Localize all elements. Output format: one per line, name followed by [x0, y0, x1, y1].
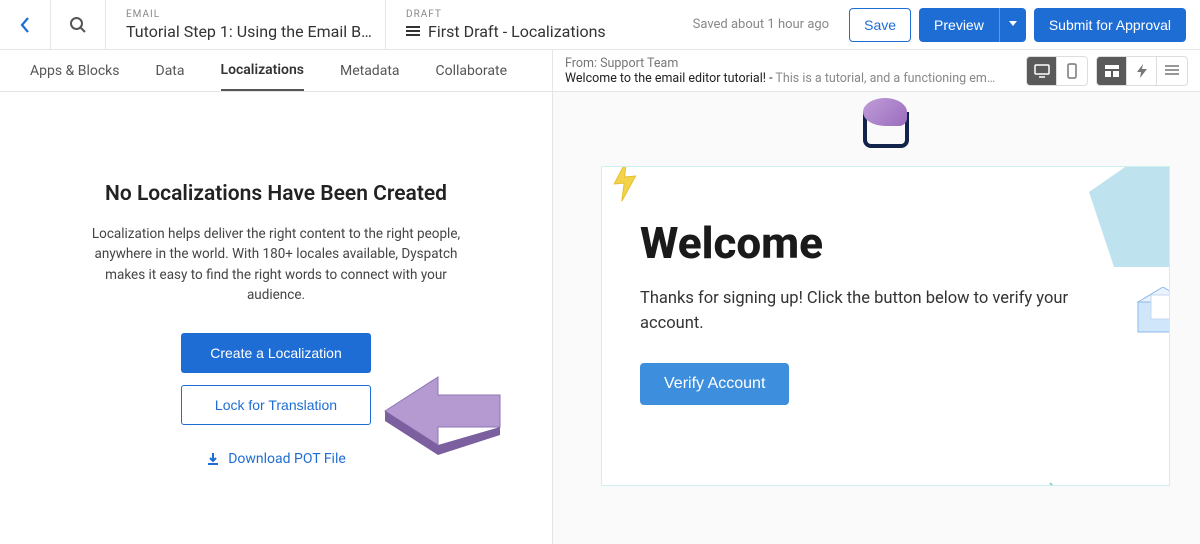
tab-data[interactable]: Data	[156, 52, 185, 90]
lightning-icon	[608, 166, 641, 202]
header-spacer	[601, 0, 693, 49]
email-preview-area: Welcome Thanks for signing up! Click the…	[553, 92, 1200, 544]
preview-button[interactable]: Preview	[919, 8, 999, 42]
list-icon	[406, 26, 420, 36]
preview-meta: From: Support Team Welcome to the email …	[565, 56, 1016, 86]
header-actions: Saved about 1 hour ago Save Preview Subm…	[693, 0, 1200, 49]
preview-subject: Welcome to the email editor tutorial! - …	[565, 71, 1016, 86]
envelope-logo-icon	[863, 112, 909, 148]
mobile-view-button[interactable]	[1057, 57, 1087, 85]
left-panel: Apps & Blocks Data Localizations Metadat…	[0, 50, 552, 544]
search-button[interactable]	[51, 0, 106, 49]
breadcrumb-email[interactable]: EMAIL Tutorial Step 1: Using the Email B…	[106, 0, 386, 49]
preview-from: From: Support Team	[565, 56, 1016, 71]
empty-title: No Localizations Have Been Created	[105, 182, 447, 206]
breadcrumb-label: DRAFT	[406, 9, 442, 20]
tutorial-arrow-icon	[380, 367, 510, 471]
breadcrumb-label: EMAIL	[126, 9, 160, 20]
dotted-path-icon	[1045, 473, 1155, 486]
tab-apps-blocks[interactable]: Apps & Blocks	[30, 52, 120, 90]
layout-toggle	[1096, 56, 1188, 86]
bolt-view-button[interactable]	[1127, 57, 1157, 85]
saved-status: Saved about 1 hour ago	[693, 17, 829, 32]
create-localization-button[interactable]: Create a Localization	[181, 333, 371, 373]
pentagon-decoration-icon	[1079, 166, 1170, 287]
app-header: EMAIL Tutorial Step 1: Using the Email B…	[0, 0, 1200, 50]
desktop-view-button[interactable]	[1027, 57, 1057, 85]
back-button[interactable]	[0, 0, 51, 49]
save-button[interactable]: Save	[849, 8, 911, 42]
email-logo	[601, 112, 1170, 148]
preview-button-group: Preview	[919, 8, 1026, 42]
empty-state: No Localizations Have Been Created Local…	[0, 92, 552, 544]
download-icon	[206, 452, 220, 466]
email-body-text: Thanks for signing up! Click the button …	[640, 287, 1131, 337]
tab-collaborate[interactable]: Collaborate	[436, 52, 507, 90]
submit-approval-button[interactable]: Submit for Approval	[1034, 8, 1186, 42]
email-heading: Welcome	[640, 217, 1131, 269]
tab-localizations[interactable]: Localizations	[221, 51, 304, 91]
layout-view-button[interactable]	[1097, 57, 1127, 85]
cursor-decoration-icon	[1049, 485, 1079, 486]
breadcrumb-title: Tutorial Step 1: Using the Email B…	[126, 22, 372, 41]
preview-dropdown-caret[interactable]	[999, 8, 1026, 42]
tabs-bar: Apps & Blocks Data Localizations Metadat…	[0, 50, 552, 92]
download-pot-label: Download POT File	[228, 451, 346, 467]
main-content: Apps & Blocks Data Localizations Metadat…	[0, 50, 1200, 544]
email-body-card: Welcome Thanks for signing up! Click the…	[601, 166, 1170, 486]
draft-title-text: First Draft - Localizations	[428, 22, 606, 41]
empty-description: Localization helps deliver the right con…	[76, 224, 476, 305]
lock-translation-button[interactable]: Lock for Translation	[181, 385, 371, 425]
mail-decoration-icon	[1133, 287, 1170, 337]
breadcrumb-title: First Draft - Localizations	[406, 22, 606, 41]
verify-account-button[interactable]: Verify Account	[640, 363, 789, 405]
tab-metadata[interactable]: Metadata	[340, 52, 400, 90]
device-toggle	[1026, 56, 1088, 86]
preview-panel: From: Support Team Welcome to the email …	[552, 50, 1200, 544]
download-pot-link[interactable]: Download POT File	[206, 451, 346, 467]
preview-toolbar: From: Support Team Welcome to the email …	[553, 50, 1200, 92]
breadcrumb-draft[interactable]: DRAFT First Draft - Localizations	[386, 0, 601, 49]
lines-view-button[interactable]	[1157, 57, 1187, 85]
